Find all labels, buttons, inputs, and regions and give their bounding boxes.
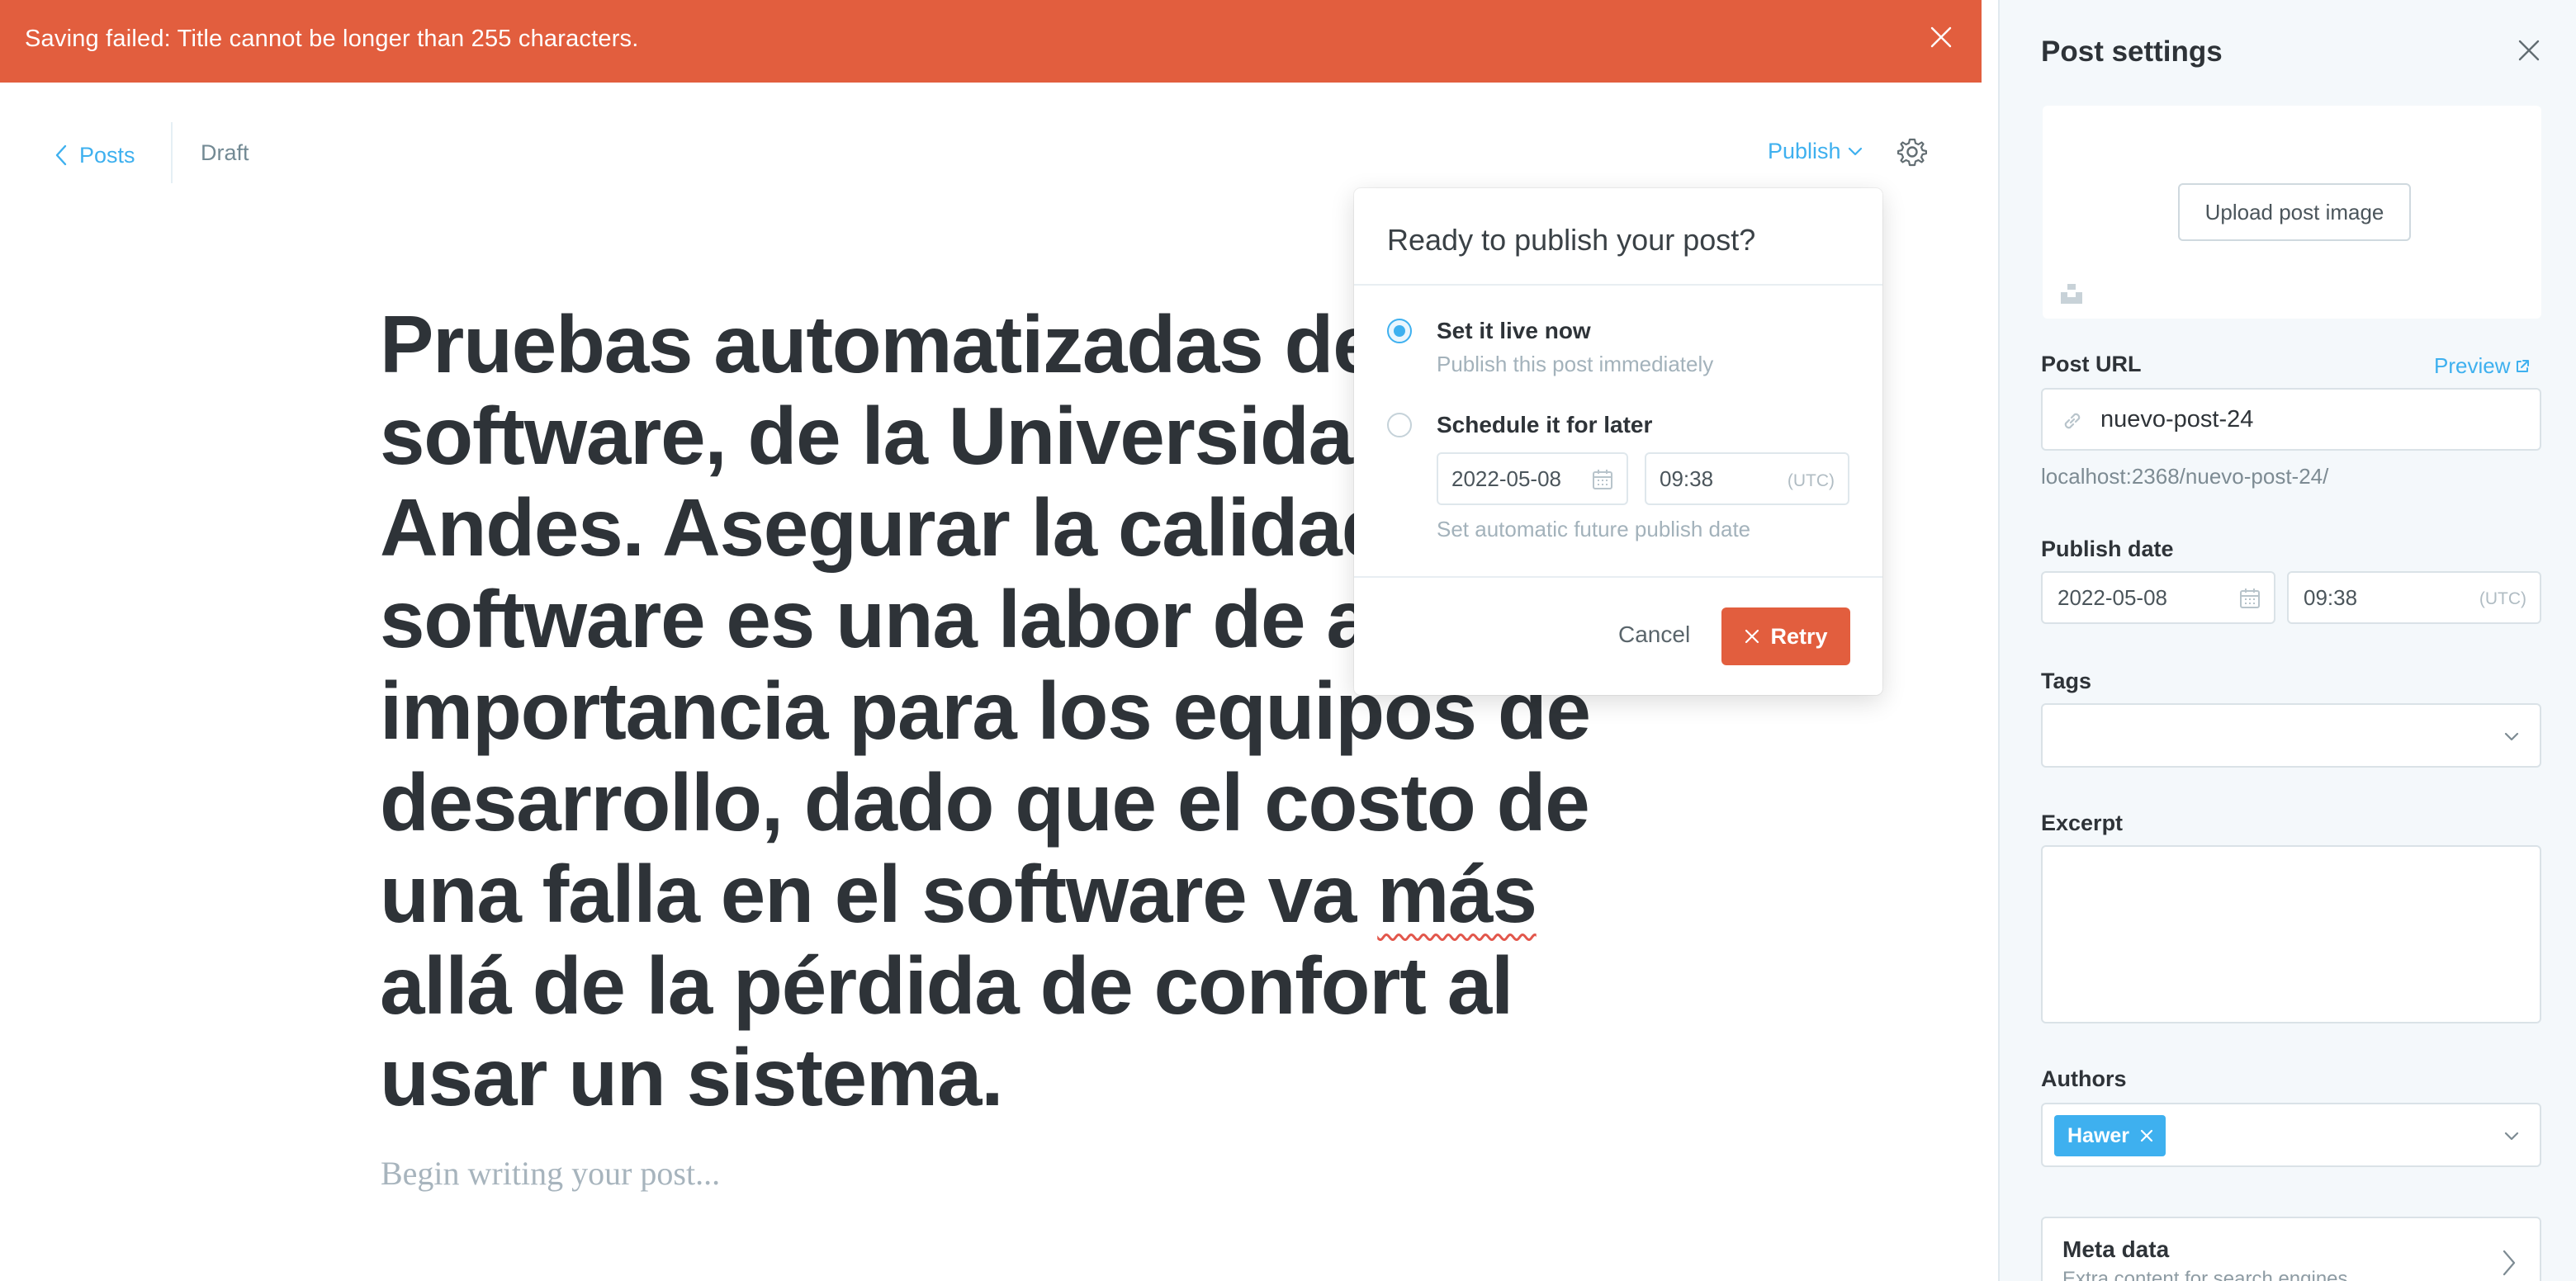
gear-icon[interactable] — [1897, 137, 1927, 167]
post-url-input[interactable]: nuevo-post-24 — [2041, 388, 2541, 451]
option-label-live: Set it live now — [1437, 318, 1591, 343]
publish-time-value: 09:38 — [2304, 584, 2358, 610]
chevron-right-icon — [2503, 1250, 2516, 1276]
unsplash-icon[interactable] — [2059, 281, 2084, 305]
chevron-left-icon — [55, 144, 67, 166]
close-icon — [1745, 629, 1759, 644]
author-token[interactable]: Hawer — [2054, 1115, 2166, 1156]
calendar-icon — [1593, 470, 1612, 489]
excerpt-textarea[interactable] — [2041, 845, 2541, 1023]
schedule-time-input[interactable]: 09:38 (UTC) — [1645, 452, 1849, 505]
chevron-down-icon — [2504, 732, 2519, 741]
publish-time-input[interactable]: 09:38 (UTC) — [2287, 571, 2541, 624]
radio-schedule-later[interactable] — [1387, 413, 1412, 437]
schedule-timezone: (UTC) — [1787, 471, 1835, 490]
preview-label: Preview — [2434, 353, 2511, 378]
calendar-icon — [2240, 589, 2260, 608]
post-settings-sidebar: Post settings Upload post image Post URL… — [1998, 0, 2576, 1281]
meta-data-subtitle: Extra content for search engines — [2062, 1268, 2348, 1281]
link-icon — [2064, 413, 2081, 429]
cancel-button[interactable]: Cancel — [1618, 622, 1690, 648]
publish-dropdown-header: Ready to publish your post? — [1354, 188, 1882, 286]
author-name: Hawer — [2067, 1123, 2130, 1147]
upload-post-image-button[interactable]: Upload post image — [2178, 183, 2411, 241]
publish-dropdown-footer: Cancel Retry — [1354, 576, 1882, 695]
back-label: Posts — [79, 142, 135, 168]
publish-date-value: 2022-05-08 — [2057, 584, 2167, 610]
publish-date-label: Publish date — [2041, 537, 2174, 561]
remove-author-icon[interactable] — [2138, 1127, 2156, 1145]
publish-label: Publish — [1768, 139, 1841, 163]
post-url-slug: nuevo-post-24 — [2100, 405, 2254, 433]
publish-dropdown: Ready to publish your post? Set it live … — [1354, 188, 1882, 695]
option-desc-schedule: Set automatic future publish date — [1437, 517, 1751, 541]
post-status: Draft — [201, 140, 249, 165]
tags-label: Tags — [2041, 669, 2092, 693]
publish-menu-trigger[interactable]: Publish — [1768, 139, 1863, 164]
chevron-down-icon — [1848, 147, 1862, 155]
title-text-after: allá de la pérdida de confort al usar un… — [380, 940, 1513, 1123]
meta-data-card[interactable]: Meta data Extra content for search engin… — [2041, 1217, 2541, 1281]
schedule-time-value: 09:38 — [1660, 466, 1714, 491]
post-url-full: localhost:2368/nuevo-post-24/ — [2041, 464, 2329, 489]
option-label-schedule: Schedule it for later — [1437, 412, 1653, 437]
option-desc-live: Publish this post immediately — [1437, 352, 1714, 376]
header-divider — [171, 122, 173, 183]
authors-label: Authors — [2041, 1066, 2127, 1091]
error-message: Saving failed: Title cannot be longer th… — [25, 26, 639, 52]
post-image-area: Upload post image — [2043, 106, 2541, 319]
post-url-label: Post URL — [2041, 352, 2142, 376]
publish-timezone: (UTC) — [2479, 589, 2526, 608]
radio-set-live-now[interactable] — [1387, 319, 1412, 343]
retry-button[interactable]: Retry — [1721, 607, 1850, 665]
authors-select[interactable]: Hawer — [2041, 1103, 2541, 1167]
back-to-posts-link[interactable]: Posts — [54, 139, 135, 172]
preview-link[interactable]: Preview — [2434, 353, 2530, 379]
misspelled-word: más — [1377, 848, 1537, 939]
publish-dropdown-title: Ready to publish your post? — [1387, 223, 1756, 257]
close-icon[interactable] — [1929, 25, 1953, 50]
schedule-date-input[interactable]: 2022-05-08 — [1437, 452, 1628, 505]
publish-date-input[interactable]: 2022-05-08 — [2041, 571, 2275, 624]
chevron-down-icon — [2504, 1132, 2519, 1141]
schedule-date-value: 2022-05-08 — [1451, 466, 1561, 491]
tags-select[interactable] — [2041, 703, 2541, 768]
error-banner: Saving failed: Title cannot be longer th… — [0, 0, 1982, 83]
meta-data-title: Meta data — [2062, 1236, 2170, 1262]
post-body-editor[interactable]: Begin writing your post... — [381, 1154, 720, 1193]
excerpt-label: Excerpt — [2041, 811, 2124, 835]
external-link-icon — [2517, 359, 2530, 372]
retry-label: Retry — [1770, 623, 1828, 649]
sidebar-title: Post settings — [2041, 35, 2223, 68]
close-icon[interactable] — [2517, 38, 2541, 63]
